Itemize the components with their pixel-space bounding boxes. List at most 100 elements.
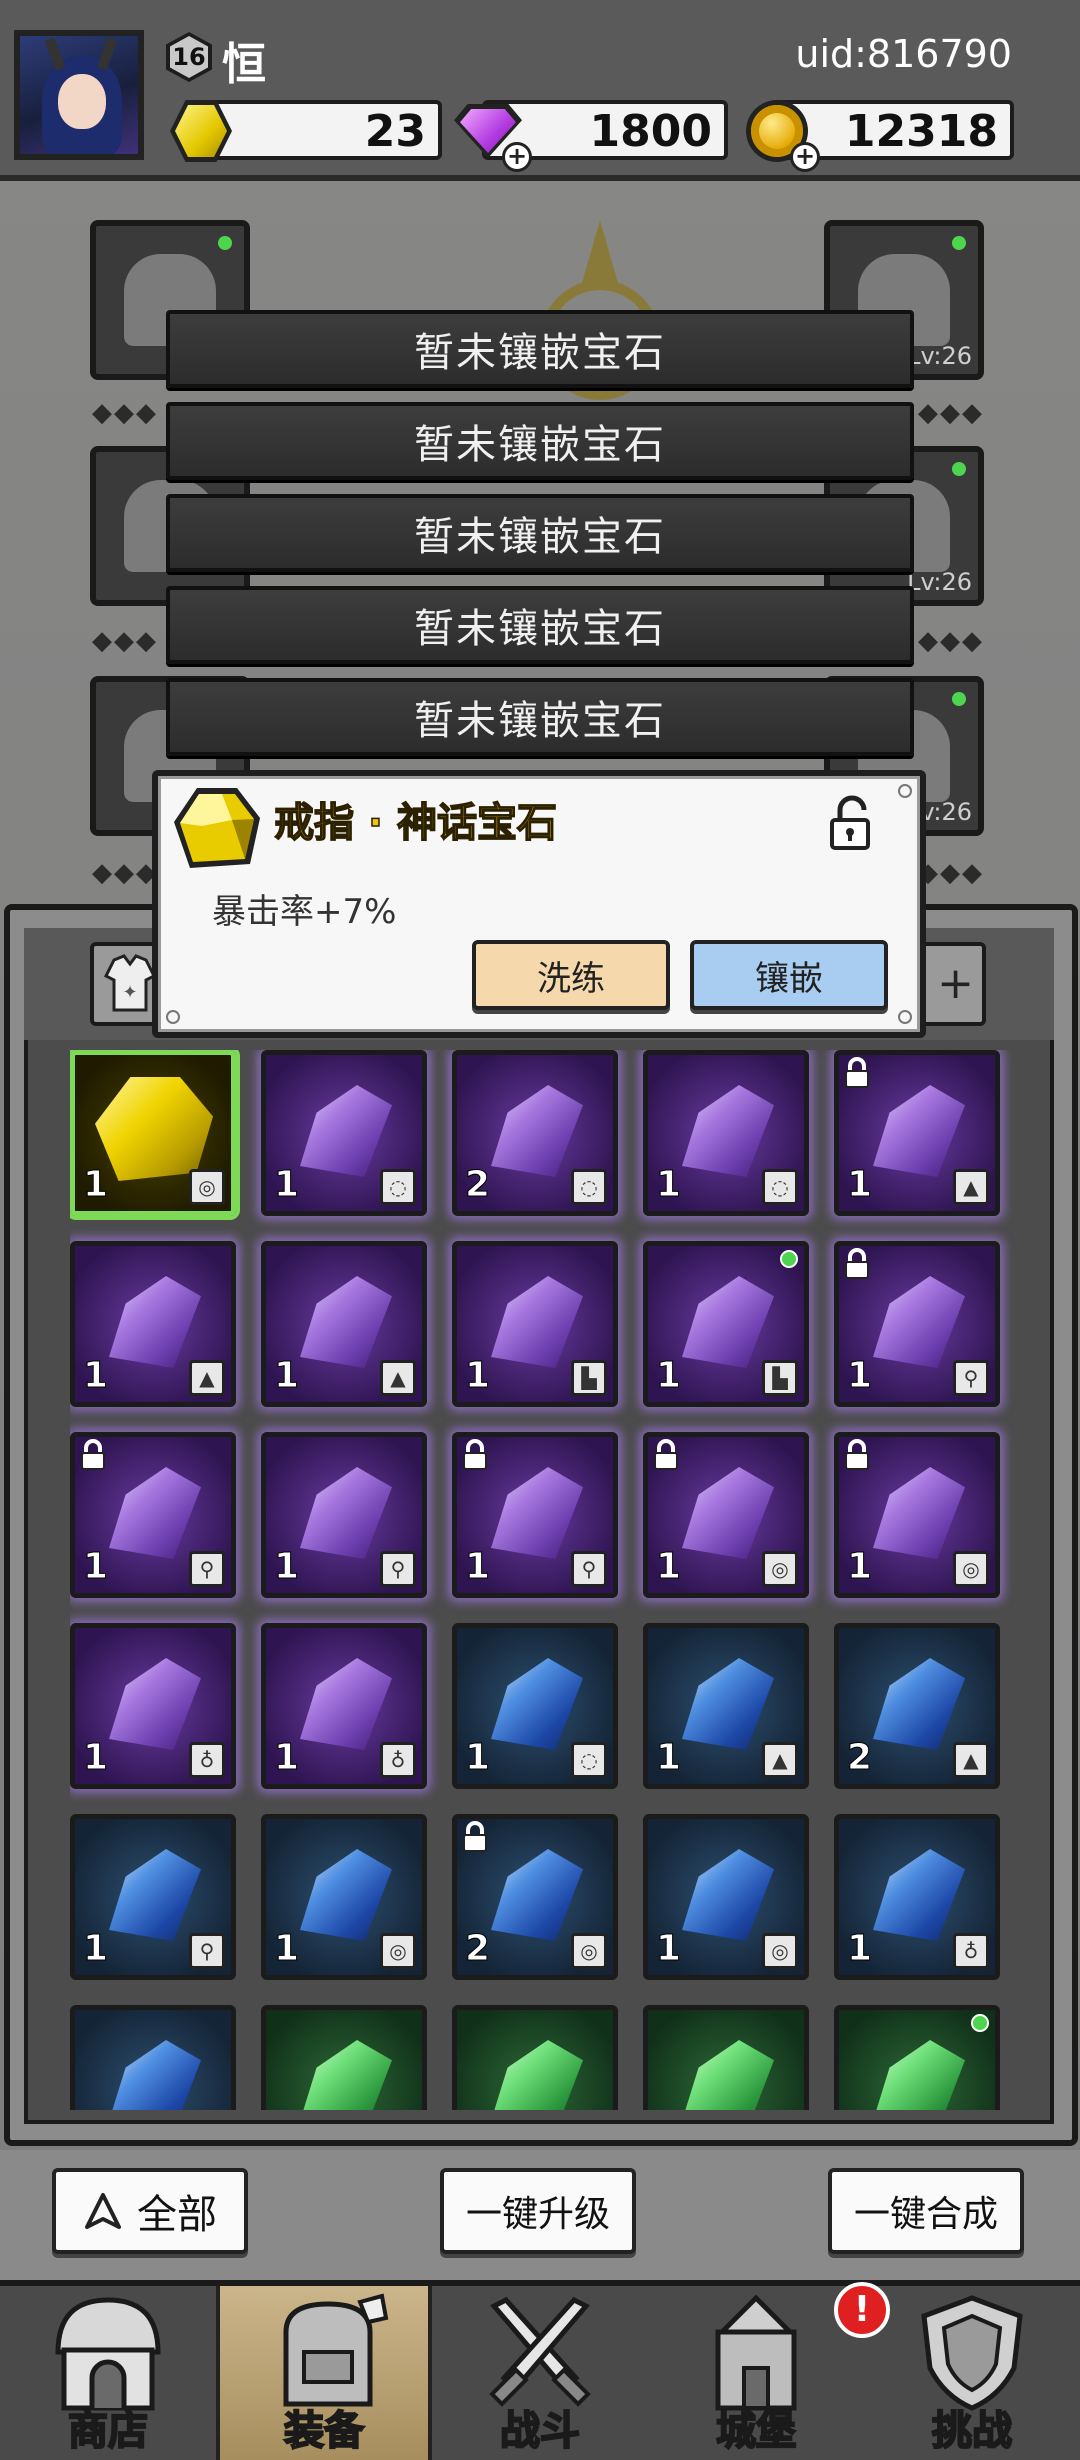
green-gem-icon [682,2040,774,2110]
notification-dot [780,1250,798,1268]
purple-gem-icon [109,1467,201,1559]
gem-item[interactable]: 1 ▲ [834,1050,1000,1216]
nav-battle[interactable]: 战斗 [432,2286,648,2460]
gem-item[interactable] [261,2005,427,2110]
green-gem-icon [300,2040,392,2110]
notification-dot [952,462,966,476]
purple-gem-icon [491,1085,583,1177]
weapon-icon: ⚲ [571,1551,607,1587]
gem-item[interactable]: 1 ♁ [834,1814,1000,1980]
gem-item[interactable]: 1 ⚲ [261,1432,427,1598]
inlay-button[interactable]: 镶嵌 [690,940,888,1010]
nav-equip-label: 装备 [283,2407,365,2455]
gem-item[interactable] [452,2005,618,2110]
gem-item[interactable]: 2 ▲ [834,1623,1000,1789]
lock-icon [845,1248,869,1279]
gem-item[interactable]: 1 ◌ [261,1050,427,1216]
purple-gem-icon [682,1276,774,1368]
nav-challenge[interactable]: 挑战 [864,2286,1080,2460]
gold-gem-value: 23 [364,106,426,157]
notification-dot [218,236,232,250]
gem-item[interactable]: 1 ⚲ [70,1432,236,1598]
purple-gem-icon [873,1085,965,1177]
gem-item[interactable]: 1 ◎ [834,1432,1000,1598]
one-click-merge-button[interactable]: 一键合成 [828,2168,1024,2254]
purple-gem-icon [109,1658,201,1750]
gem-item[interactable]: 1 ◌ [643,1050,809,1216]
gem-count: 1 [273,1164,300,1206]
gem-item[interactable]: 1 ◎ [643,1432,809,1598]
necklace-icon: ◌ [762,1169,798,1205]
purple-gem-icon [491,1276,583,1368]
gem-item[interactable]: 1 ⚲ [452,1432,618,1598]
nav-castle[interactable]: 城堡 [648,2286,864,2460]
gem-count: 1 [82,1546,109,1588]
gem-item[interactable]: 1 ◎ [261,1814,427,1980]
gem-title: 戒指 · 神话宝石 [273,799,558,847]
gem-slot-1[interactable]: 暂未镶嵌宝石 [166,310,914,388]
gem-socket-row: ◆◆◆ [92,858,158,888]
gem-count: 1 [82,1737,109,1779]
weapon-icon: ⚲ [189,1933,225,1969]
gem-count: 1 [82,1928,109,1970]
ring-icon: ◎ [380,1933,416,1969]
popup-corner [166,1010,180,1024]
gem-item[interactable]: 1 ◌ [452,1623,618,1789]
gem-count: 1 [464,1355,491,1397]
gem-item[interactable]: 2 ◌ [452,1050,618,1216]
ring-icon: ◎ [762,1933,798,1969]
nav-shop[interactable]: 商店 [0,2286,216,2460]
one-click-upgrade-button[interactable]: 一键升级 [440,2168,636,2254]
gem-count: 1 [464,1737,491,1779]
gold-gem-icon [174,788,260,868]
gem-item[interactable]: 1 ◎ [70,1050,236,1216]
gem-item[interactable]: 1 ▲ [643,1623,809,1789]
gem-slot-3[interactable]: 暂未镶嵌宝石 [166,494,914,572]
amulet-icon: ♁ [380,1742,416,1778]
coin-value: 12318 [844,106,998,157]
gem-slot-2[interactable]: 暂未镶嵌宝石 [166,402,914,480]
gem-item[interactable]: 1 ▙ [452,1241,618,1407]
purple-gem-icon [491,1467,583,1559]
add-diamond-icon[interactable]: + [502,142,532,172]
purple-gem-icon [873,1276,965,1368]
gem-item[interactable]: 1 ♁ [261,1623,427,1789]
gem-item[interactable]: 1 ▙ [643,1241,809,1407]
gem-item[interactable] [834,2005,1000,2110]
gem-item[interactable] [70,2005,236,2110]
filter-all-button[interactable]: 全部 [52,2168,248,2254]
gem-item[interactable]: 1 ◎ [643,1814,809,1980]
equip-level: Lv:26 [907,342,972,370]
shop-icon [55,2297,161,2411]
avatar[interactable] [14,30,144,160]
purple-gem-icon [300,1658,392,1750]
gem-count: 1 [846,1355,873,1397]
gem-slot-5[interactable]: 暂未镶嵌宝石 [166,678,914,756]
gem-item[interactable]: 1 ▲ [70,1241,236,1407]
gem-item[interactable]: 1 ▲ [261,1241,427,1407]
gem-item[interactable]: 2 ◎ [452,1814,618,1980]
gem-socket-row: ◆◆◆ [92,626,158,656]
blue-gem-icon [109,2040,201,2110]
ring-icon: ◎ [189,1169,225,1205]
gem-slot-4[interactable]: 暂未镶嵌宝石 [166,586,914,664]
refine-button[interactable]: 洗练 [472,940,670,1010]
gem-item[interactable]: 1 ♁ [70,1623,236,1789]
armor-icon: ▲ [380,1360,416,1396]
gem-item[interactable]: 1 ⚲ [834,1241,1000,1407]
add-coin-icon[interactable]: + [790,142,820,172]
gem-socket-row: ◆◆◆ [918,626,984,656]
gem-count: 1 [82,1164,109,1206]
armor-icon: ▲ [189,1360,225,1396]
lock-icon [463,1821,487,1852]
purple-gem-icon [300,1467,392,1559]
green-gem-icon [491,2040,583,2110]
gem-item[interactable]: 1 ⚲ [70,1814,236,1980]
gem-item[interactable] [643,2005,809,2110]
player-name: 恒 [222,39,266,90]
weapon-icon: ⚲ [189,1551,225,1587]
nav-equip[interactable]: 装备 [216,2286,432,2460]
unlock-icon[interactable] [826,794,884,852]
triangle-up-icon [85,2193,121,2229]
lock-icon [463,1439,487,1470]
